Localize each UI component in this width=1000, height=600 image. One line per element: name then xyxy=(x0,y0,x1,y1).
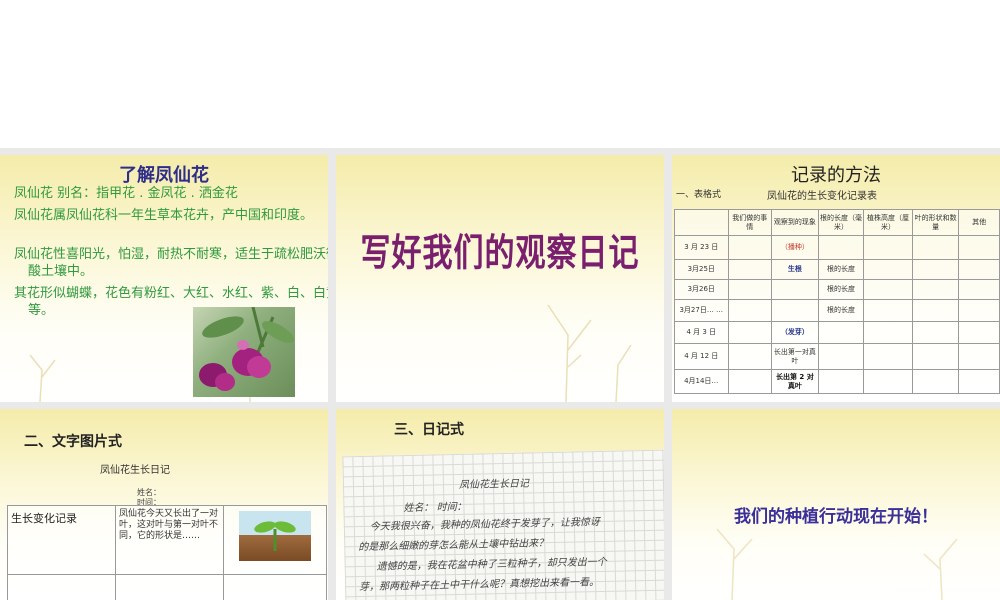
table-cell: （发芽） xyxy=(771,321,819,344)
table-row: 生长变化记录 凤仙花今天又长出了一对叶，这对叶与第一对叶不同，它的形状是…… xyxy=(7,505,327,575)
table-cell: 3月25日 xyxy=(674,259,729,280)
diary-line: 遗憾的是，我在花盆中种了三粒种子，却只发出一个 xyxy=(376,556,607,573)
table-cell: （播种） xyxy=(771,235,819,260)
branch-decoration xyxy=(547,304,632,402)
slide-heading: 三、日记式 xyxy=(394,422,464,438)
table-header: 观察到的现象 xyxy=(771,209,819,236)
closing-message: 我们的种植行动现在开始！ xyxy=(734,507,938,527)
section-label: 一、表格式 xyxy=(676,190,722,200)
table-cell: 3月26日 xyxy=(674,279,729,300)
table-row: 4月14日… 长出第 2 对真叶 xyxy=(674,369,1000,394)
table-row: 4 月 3 日 （发芽） xyxy=(674,321,1000,344)
table-cell: 生长变化记录 xyxy=(7,505,116,575)
table-cell: 根的长度 xyxy=(817,299,865,322)
diary-title: 凤仙花生长日记 xyxy=(458,478,530,491)
growth-record-table: 我们做的事情 观察到的现象 根的长度（毫米） 植株高度（厘米） 叶的形状和数量 … xyxy=(674,209,1000,394)
table-cell: 凤仙花今天又长出了一对叶，这对叶与第一对叶不同，它的形状是…… xyxy=(115,505,224,575)
table-cell: 4 月 3 日 xyxy=(674,321,729,344)
balsam-flower-photo xyxy=(193,307,295,397)
origin-text: 凤仙花属凤仙花科一年生草本花卉，产中国和印度。 xyxy=(14,208,314,223)
slide-thumbnail-4[interactable]: 二、文字图片式 凤仙花生长日记 姓名： 时间： 生长变化记录 凤仙花今天又长出了… xyxy=(0,409,328,600)
sprout-image xyxy=(239,511,311,561)
table-row: 3月26日 根的长度 xyxy=(674,279,1000,300)
slide-title: 了解凤仙花 xyxy=(119,165,209,186)
slide-title: 写好我们的观察日记 xyxy=(360,231,640,276)
table-cell: 长出第一对真叶 xyxy=(771,343,819,370)
table-cell: 长出第 2 对真叶 xyxy=(771,369,819,394)
table-cell: 根的长度 xyxy=(817,279,865,300)
diary-caption: 凤仙花生长日记 xyxy=(100,465,170,476)
table-header: 我们做的事情 xyxy=(727,209,773,236)
table-header: 其他 xyxy=(958,209,1000,236)
table-row: 3月25日 生根 根的长度 xyxy=(674,259,1000,280)
slide-thumbnail-6[interactable]: 我们的种植行动现在开始！ xyxy=(672,409,1000,600)
table-cell: 根的长度 xyxy=(817,259,865,280)
table-cell: 生根 xyxy=(771,259,819,280)
table-row: 3月27日… … 根的长度 xyxy=(674,299,1000,322)
table-caption: 凤仙花的生长变化记录表 xyxy=(767,191,877,202)
diary-table: 生长变化记录 凤仙花今天又长出了一对叶，这对叶与第一对叶不同，它的形状是…… xyxy=(7,505,327,600)
diary-meta: 姓名： 时间： xyxy=(403,501,467,515)
alias-text: 凤仙花 别名：指甲花 . 金凤花 . 洒金花 xyxy=(14,186,238,201)
slide-thumbnail-3[interactable]: 记录的方法 一、表格式 凤仙花的生长变化记录表 我们做的事情 观察到的现象 根的… xyxy=(672,155,1000,402)
table-cell xyxy=(223,505,327,575)
diary-line: 芽，那两粒种子在土中干什么呢？真想挖出来看一看。 xyxy=(358,577,600,594)
table-row: 3 月 23 日 （播种） xyxy=(674,235,1000,260)
slide-thumbnail-5[interactable]: 三、日记式 凤仙花生长日记 姓名： 时间： 今天我很兴奋，我种的凤仙花终于发芽了… xyxy=(336,409,664,600)
handwritten-diary-image: 凤仙花生长日记 姓名： 时间： 今天我很兴奋，我种的凤仙花终于发芽了，让我惊讶 … xyxy=(342,449,664,600)
slide-thumbnail-2[interactable]: 写好我们的观察日记 xyxy=(336,155,664,402)
table-header xyxy=(674,209,729,236)
table-row: 4 月 12 日 长出第一对真叶 xyxy=(674,343,1000,370)
diary-line: 的是那么细嫩的芽怎么能从土壤中钻出来？ xyxy=(358,538,549,554)
table-header: 叶的形状和数量 xyxy=(911,209,960,236)
slide-heading: 二、文字图片式 xyxy=(24,434,122,450)
slide-title: 记录的方法 xyxy=(791,165,881,186)
table-header: 植株高度（厘米） xyxy=(863,209,913,236)
diary-line: 今天我很兴奋，我种的凤仙花终于发芽了，让我惊讶 xyxy=(369,517,600,533)
table-cell: 3 月 23 日 xyxy=(674,235,729,260)
table-cell: 4月14日… xyxy=(674,369,729,394)
habit-text: 凤仙花性喜阳光，怕湿，耐热不耐寒，适生于疏松肥沃微酸土壤中。 xyxy=(14,247,328,279)
slide-thumbnail-1[interactable]: 了解凤仙花 凤仙花 别名：指甲花 . 金凤花 . 洒金花 凤仙花属凤仙花科一年生… xyxy=(0,155,328,402)
table-header: 根的长度（毫米） xyxy=(817,209,865,236)
table-cell: 4 月 12 日 xyxy=(674,343,729,370)
table-row xyxy=(7,574,327,600)
table-cell: 3月27日… … xyxy=(674,299,729,322)
